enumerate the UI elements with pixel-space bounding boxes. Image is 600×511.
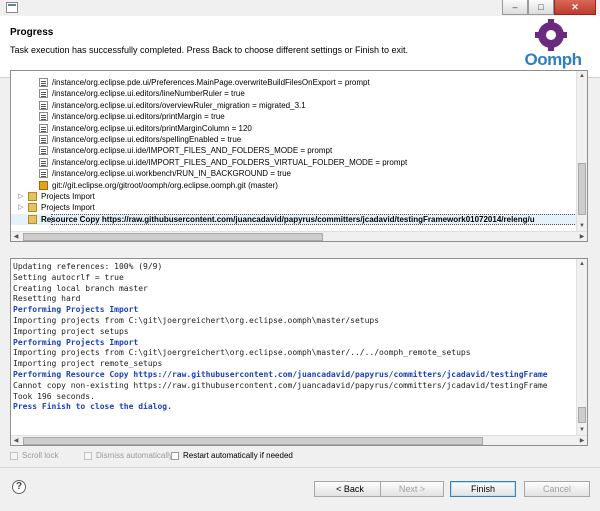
scrollbar-thumb[interactable] (23, 233, 323, 241)
tree-row-label: Resource Copy https://raw.githubusercont… (41, 214, 535, 224)
log-line: Cannot copy non-existing https://raw.git… (13, 380, 548, 390)
preference-icon (39, 100, 48, 110)
tree-row-label: /instance/org.eclipse.ui.editors/printMa… (52, 123, 252, 133)
tree-row[interactable]: /instance/org.eclipse.ui.editors/printMa… (11, 123, 577, 134)
tree-row[interactable]: Resource Copy https://raw.githubusercont… (11, 213, 577, 225)
options-row: Scroll lock Dismiss automatically Restar… (10, 450, 588, 462)
preference-icon (39, 89, 48, 99)
console-horizontal-scrollbar[interactable]: ◀ ▶ (11, 435, 587, 445)
log-line: Performing Projects Import (13, 305, 139, 315)
preference-icon (39, 123, 48, 133)
cancel-button[interactable]: Cancel (524, 481, 590, 497)
preference-icon (39, 157, 48, 167)
page-title: Progress (10, 27, 54, 38)
console-vertical-scrollbar[interactable]: ▲ ▼ (576, 259, 587, 435)
log-line: Performing Projects Import (13, 337, 139, 347)
tree-row-label: Projects Import (41, 203, 95, 213)
restart-automatically-label: Restart automatically if needed (183, 451, 293, 460)
log-line: Took 196 seconds. (13, 391, 95, 401)
logo-text: Oomph (524, 50, 583, 69)
log-console[interactable]: Updating references: 100% (9/9) Setting a… (10, 258, 588, 446)
finish-button[interactable]: Finish (450, 481, 516, 497)
tree-row-label: Projects Import (41, 192, 95, 201)
tree-row-label: /instance/org.eclipse.ui.ide/IMPORT_FILE… (52, 146, 333, 156)
tree-row[interactable]: /instance/org.eclipse.ui.editors/printMa… (11, 111, 577, 122)
log-line: Updating references: 100% (9/9) (13, 262, 163, 271)
tree-row-label: /instance/org.eclipse.pde.ui/Preferences… (52, 78, 370, 87)
scroll-down-arrow-icon[interactable]: ▼ (577, 425, 587, 435)
tree-vertical-scrollbar[interactable]: ▲ ▼ (576, 71, 587, 231)
tree-row-label: /instance/org.eclipse.ui.editors/spellin… (52, 135, 242, 144)
task-folder-icon (28, 192, 37, 201)
minimize-button[interactable]: – (502, 0, 528, 15)
scroll-up-arrow-icon[interactable]: ▲ (577, 71, 587, 81)
expand-arrow-icon[interactable]: ▷ (18, 191, 23, 202)
tree-row[interactable]: /instance/org.eclipse.ui.editors/lineNum… (11, 88, 577, 99)
log-line: Importing projects from C:\git\joergreic… (13, 348, 471, 358)
task-folder-icon (28, 203, 37, 213)
checkbox-icon (10, 452, 18, 460)
maximize-button[interactable]: □ (528, 0, 554, 15)
tree-row[interactable]: /instance/org.eclipse.pde.ui/Preferences… (11, 77, 577, 88)
task-folder-icon (28, 214, 37, 224)
preference-icon (39, 169, 48, 179)
scrollbar-thumb[interactable] (23, 437, 483, 445)
close-button[interactable]: ✕ (554, 0, 596, 15)
git-repository-icon (39, 180, 48, 190)
tree-row[interactable]: git://git.eclipse.org/gitroot/oomph/org.… (11, 180, 577, 191)
checkbox-icon (171, 452, 179, 460)
tree-row[interactable]: /instance/org.eclipse.ui.ide/IMPORT_FILE… (11, 145, 577, 156)
tree-row-label: /instance/org.eclipse.ui.editors/printMa… (52, 112, 225, 122)
log-line: Performing Resource Copy https://raw.git… (13, 370, 548, 379)
tree-horizontal-scrollbar[interactable]: ◀ ▶ (11, 231, 587, 241)
preference-icon (39, 112, 48, 122)
tree-row[interactable]: /instance/org.eclipse.ui.workbench/RUN_I… (11, 168, 577, 179)
tree-row-label: /instance/org.eclipse.ui.editors/overvie… (52, 100, 306, 110)
scroll-up-arrow-icon[interactable]: ▲ (577, 259, 587, 269)
help-icon[interactable]: ? (12, 480, 26, 494)
gear-icon (535, 19, 567, 51)
log-line: Resetting hard (13, 294, 81, 304)
tree-row[interactable]: /instance/org.eclipse.ui.ide/IMPORT_FILE… (11, 157, 577, 168)
next-button[interactable]: Next > (380, 481, 444, 497)
scrollbar-thumb[interactable] (578, 407, 586, 423)
window-controls: – □ ✕ (502, 0, 596, 15)
scroll-down-arrow-icon[interactable]: ▼ (577, 221, 587, 231)
scrollbar-thumb[interactable] (578, 163, 586, 215)
log-line: Press Finish to close the dialog. (13, 402, 172, 412)
log-line: Setting autocrlf = true (13, 272, 124, 282)
log-line: Importing project remote_setups (13, 359, 163, 369)
preference-icon (39, 78, 48, 87)
tree-row[interactable]: ▷ Projects Import (11, 202, 577, 213)
preference-icon (39, 135, 48, 144)
task-tree[interactable]: /instance/org.eclipse.pde.ui/Preferences… (10, 70, 588, 242)
footer-divider (0, 467, 600, 468)
tree-row-label: /instance/org.eclipse.ui.editors/lineNum… (52, 89, 245, 99)
expand-arrow-icon[interactable]: ▷ (18, 202, 23, 213)
title-bar: – □ ✕ (0, 0, 600, 16)
app-icon (6, 2, 18, 13)
scroll-lock-label: Scroll lock (22, 451, 59, 460)
scroll-right-arrow-icon[interactable]: ▶ (577, 232, 587, 241)
scroll-right-arrow-icon[interactable]: ▶ (577, 436, 587, 445)
oomph-logo: Oomph (514, 19, 592, 76)
tree-row-label: /instance/org.eclipse.ui.ide/IMPORT_FILE… (52, 157, 408, 167)
scroll-left-arrow-icon[interactable]: ◀ (11, 436, 21, 445)
tree-row-label: git://git.eclipse.org/gitroot/oomph/org.… (52, 180, 278, 190)
wizard-header: Progress Task execution has successfully… (0, 16, 600, 78)
log-line: Creating local branch master (13, 283, 148, 293)
dismiss-automatically-label: Dismiss automatically (96, 451, 173, 460)
tree-row[interactable]: /instance/org.eclipse.ui.editors/spellin… (11, 134, 577, 145)
log-line: Importing projects from C:\git\joergreic… (13, 316, 380, 325)
checkbox-icon (84, 452, 92, 460)
back-button[interactable]: < Back (314, 481, 386, 497)
tree-row[interactable]: /instance/org.eclipse.ui.editors/overvie… (11, 100, 577, 111)
log-line: Importing project setups (13, 326, 129, 336)
tree-row[interactable]: ▷ Projects Import (11, 191, 577, 202)
preference-icon (39, 146, 48, 156)
scroll-left-arrow-icon[interactable]: ◀ (11, 232, 21, 241)
tree-row-label: /instance/org.eclipse.ui.workbench/RUN_I… (52, 169, 291, 179)
page-description: Task execution has successfully complete… (10, 45, 409, 55)
